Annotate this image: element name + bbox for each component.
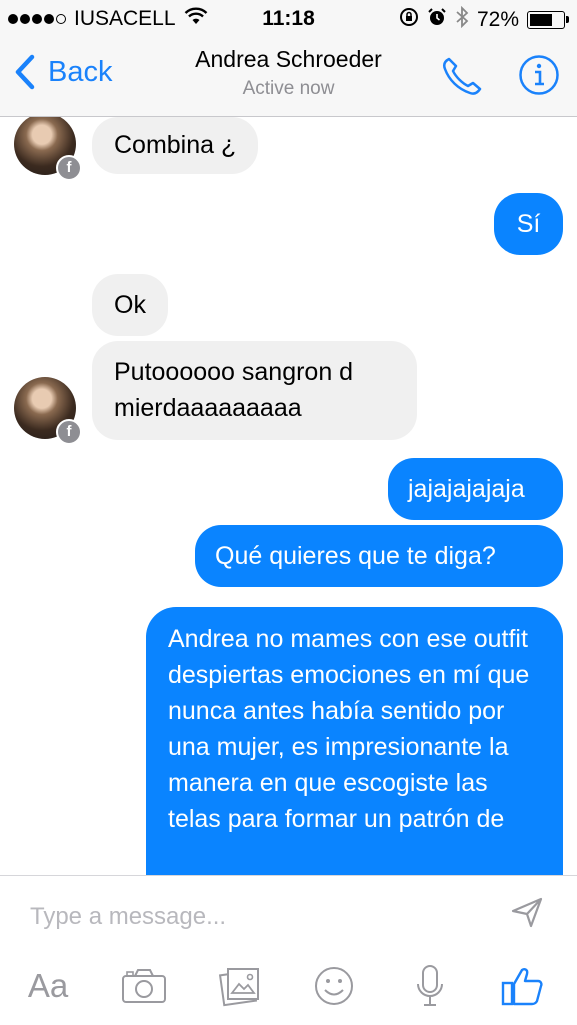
text-format-button[interactable]: Aa: [22, 961, 74, 1011]
call-button[interactable]: [440, 56, 484, 101]
facebook-badge-icon: f: [56, 419, 82, 445]
voice-message-button[interactable]: [404, 961, 456, 1011]
camera-icon: [122, 969, 166, 1003]
message-composer: Aa: [0, 875, 577, 1025]
composer-toolbar: Aa: [0, 961, 577, 1011]
battery-icon: [527, 11, 569, 29]
status-bar: IUSACELL 11:18 72%: [0, 0, 577, 36]
status-right: 72%: [399, 5, 569, 34]
presence-status: Active now: [242, 78, 335, 99]
bluetooth-icon: [455, 5, 469, 34]
message-bubble-incoming[interactable]: Combina ¿: [92, 117, 259, 174]
message-bubble-incoming[interactable]: Putoooooo sangron d mierdaaaaaaaaa: [92, 341, 417, 440]
alarm-icon: [427, 7, 447, 33]
message-input[interactable]: [28, 896, 492, 938]
message-list[interactable]: f Combina ¿ Sí Ok f Putoooooo sangron d …: [0, 117, 577, 875]
message-bubble-outgoing[interactable]: jajajajajaja: [388, 458, 563, 520]
facebook-badge-icon: f: [56, 155, 82, 181]
like-thumb-icon: [501, 968, 543, 1006]
info-button[interactable]: [518, 54, 560, 101]
message-bubble-incoming[interactable]: Ok: [92, 274, 168, 336]
photo-gallery-icon: [218, 968, 259, 1007]
conversation-header: Back Andrea Schroeder Active now: [0, 36, 577, 117]
emoji-icon: [315, 967, 353, 1005]
like-button[interactable]: [496, 961, 548, 1011]
message-bubble-outgoing[interactable]: Qué quieres que te diga?: [195, 525, 563, 587]
phone-icon: [442, 57, 482, 95]
battery-percent: 72%: [476, 8, 519, 31]
contact-name[interactable]: Andrea Schroeder: [0, 46, 577, 73]
photo-gallery-button[interactable]: [214, 961, 266, 1011]
message-bubble-outgoing[interactable]: Sí: [494, 193, 563, 255]
send-button[interactable]: [510, 896, 544, 933]
lock-rotation-icon: [399, 7, 419, 33]
camera-button[interactable]: [118, 961, 170, 1011]
microphone-icon: [417, 965, 443, 1006]
info-icon: [519, 55, 559, 95]
emoji-button[interactable]: [308, 961, 360, 1011]
send-icon: [511, 897, 543, 928]
message-bubble-outgoing[interactable]: Andrea no mames con ese outfit despierta…: [146, 607, 563, 875]
